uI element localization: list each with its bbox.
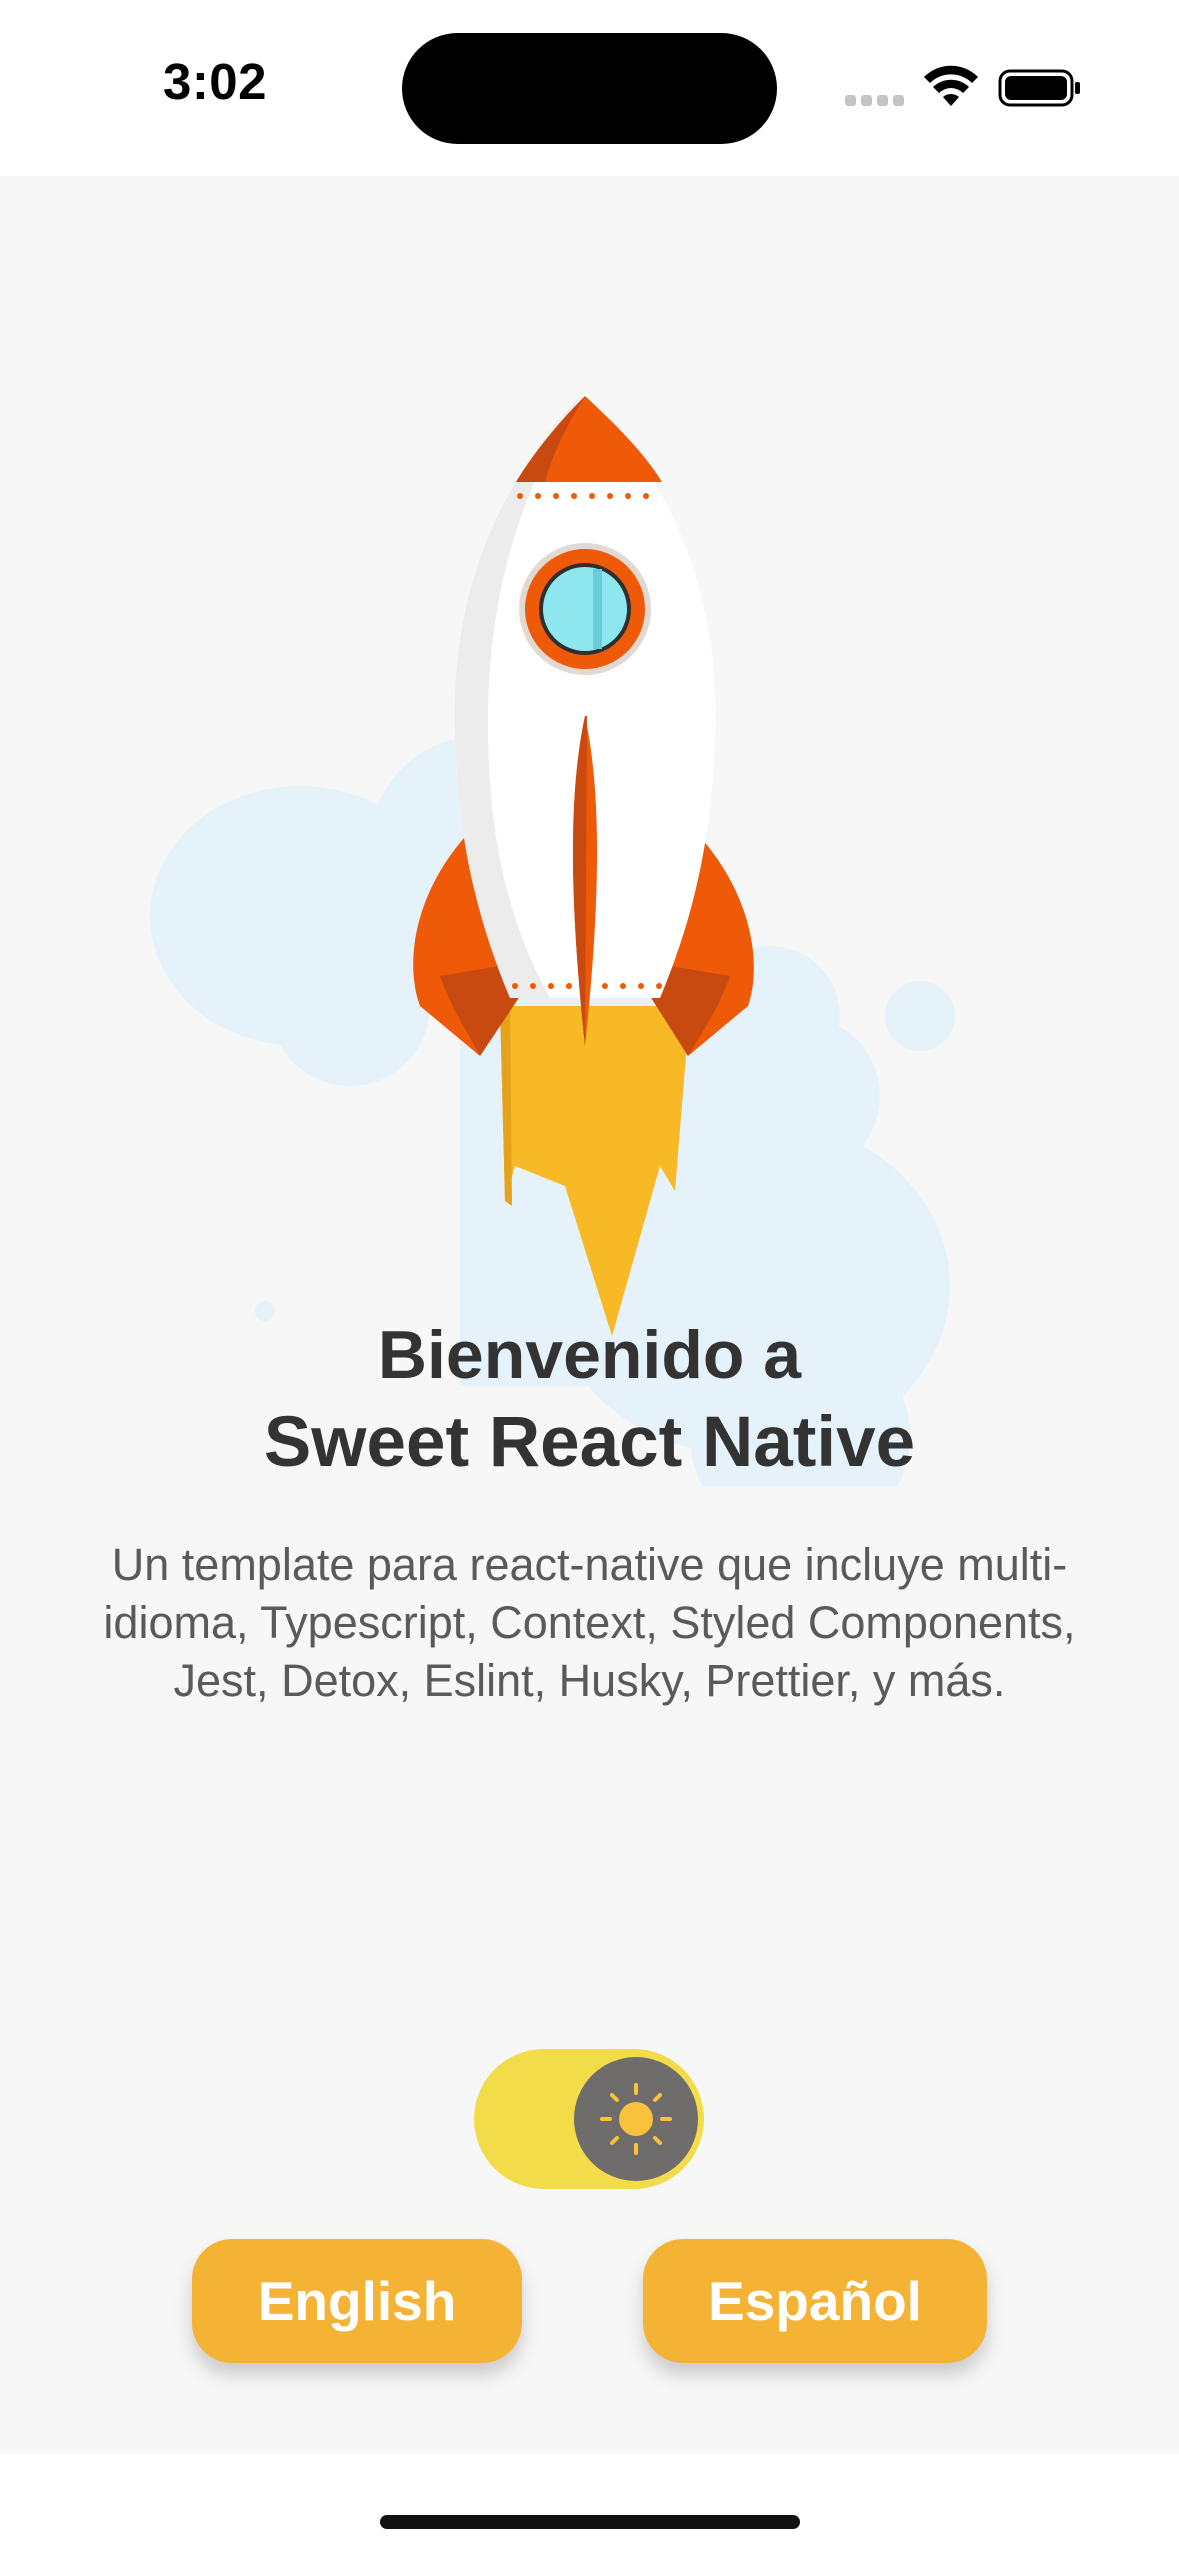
status-bar: 3:02 xyxy=(0,0,1179,176)
home-indicator[interactable] xyxy=(380,2515,800,2529)
theme-toggle[interactable] xyxy=(474,2049,704,2189)
battery-icon xyxy=(998,69,1080,107)
dynamic-island xyxy=(402,33,777,144)
screen: 3:02 Bienvenido a Sweet React Native Un … xyxy=(0,0,1179,2556)
welcome-title: Bienvenido a xyxy=(377,1317,802,1393)
english-button[interactable]: English xyxy=(192,2239,522,2363)
welcome-description: Un template para react-native que incluy… xyxy=(103,1539,1076,1706)
app-name-title: Sweet React Native xyxy=(263,1403,916,1482)
signal-icon xyxy=(845,95,905,109)
sun-icon xyxy=(600,2083,672,2155)
welcome-content: Bienvenido a Sweet React Native Un templ… xyxy=(0,176,1179,2454)
toggle-thumb[interactable] xyxy=(574,2057,698,2181)
spanish-button[interactable]: Español xyxy=(643,2239,987,2363)
status-time: 3:02 xyxy=(162,53,268,110)
wifi-icon xyxy=(924,65,978,106)
rocket-illustration xyxy=(150,391,955,1486)
